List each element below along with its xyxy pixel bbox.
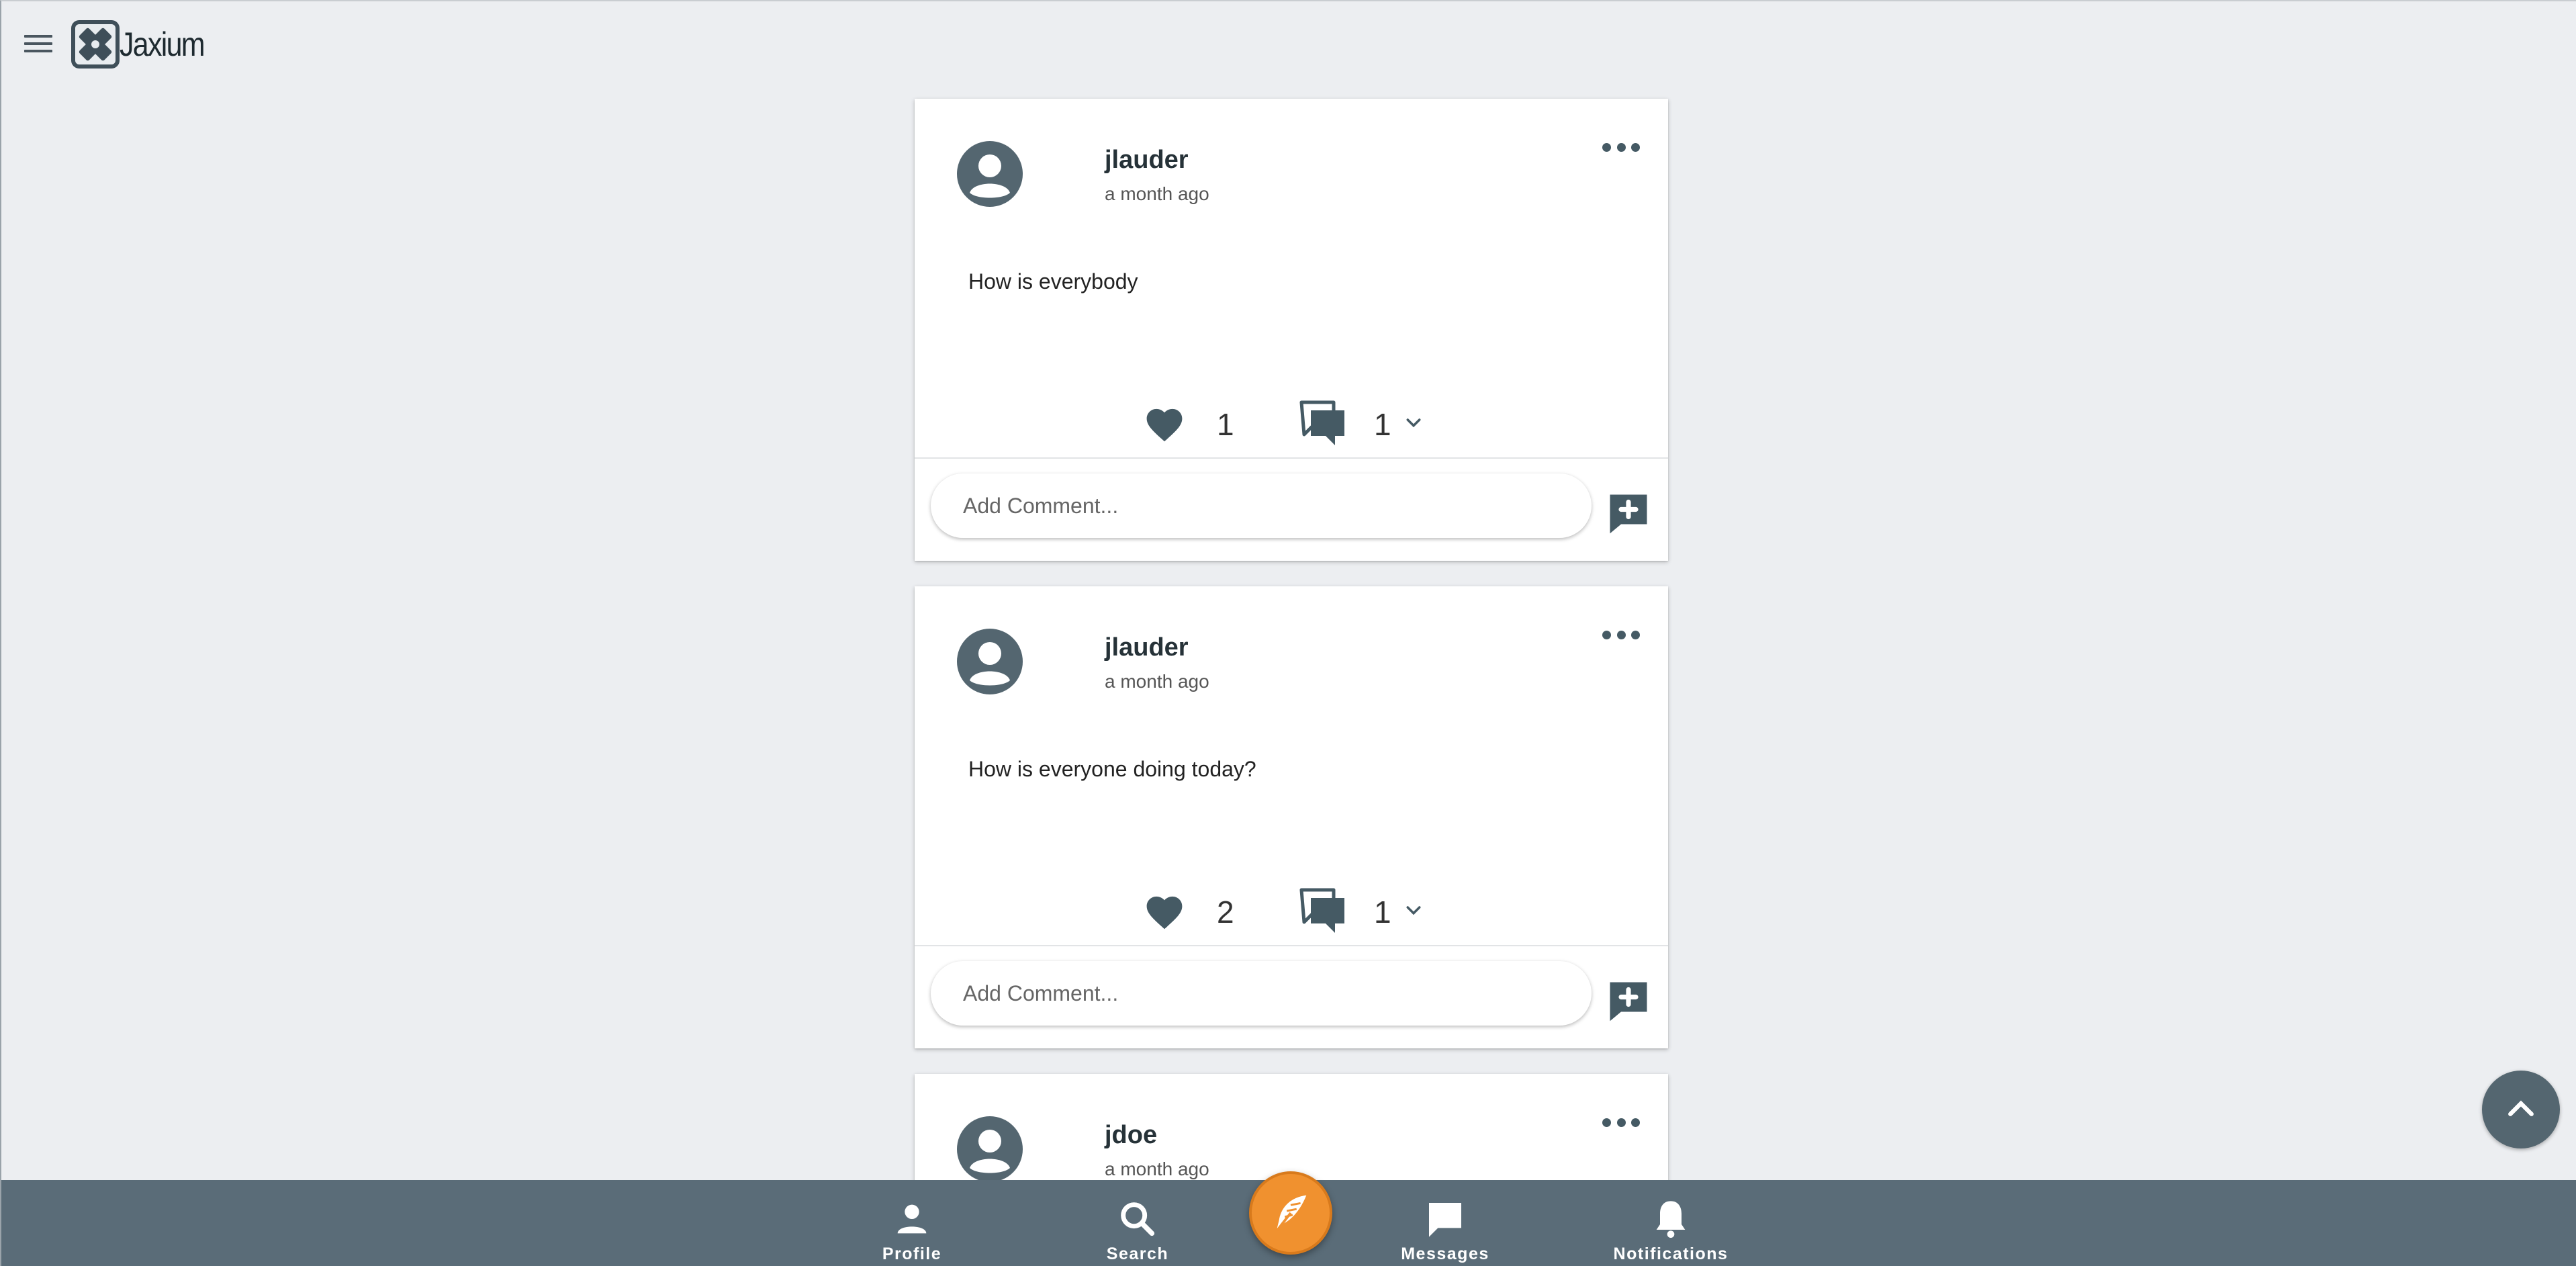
bell-icon: [1656, 1201, 1686, 1238]
post-stats: 2 1: [915, 882, 1668, 936]
jaxium-logo-icon: [71, 20, 120, 69]
message-icon: [1429, 1203, 1461, 1237]
post-feed: jlauder a month ago How is everybody 1 1: [915, 99, 1668, 1208]
person-icon: [897, 1204, 927, 1234]
chevron-up-icon: [2508, 1100, 2534, 1116]
nav-profile[interactable]: Profile: [878, 1180, 946, 1266]
post-timestamp: a month ago: [1105, 1159, 1209, 1179]
post-username[interactable]: jdoe: [1105, 1121, 1157, 1150]
avatar-icon[interactable]: [956, 140, 1023, 208]
nav-messages[interactable]: Messages: [1398, 1180, 1492, 1266]
chevron-down-icon[interactable]: [1404, 413, 1424, 433]
comment-input[interactable]: [931, 473, 1592, 538]
post-timestamp: a month ago: [1105, 671, 1209, 692]
app-name: Jaxium: [120, 26, 205, 63]
add-comment-icon[interactable]: [1606, 979, 1651, 1023]
avatar-icon[interactable]: [956, 628, 1023, 695]
post-body: How is everyone doing today?: [968, 757, 1256, 781]
scroll-top-button[interactable]: [2482, 1071, 2560, 1148]
compose-button[interactable]: [1249, 1171, 1332, 1255]
post-card: jlauder a month ago How is everybody 1 1: [915, 99, 1668, 561]
comment-icon[interactable]: [1299, 887, 1347, 934]
feather-quill-icon: [1276, 1195, 1307, 1232]
nav-messages-label: Messages: [1401, 1245, 1489, 1263]
post-stats: 1 1: [915, 394, 1668, 448]
more-options-icon[interactable]: [1602, 1113, 1640, 1132]
add-comment-icon[interactable]: [1606, 491, 1651, 535]
divider: [915, 945, 1668, 946]
nav-search[interactable]: Search: [1103, 1180, 1172, 1266]
comment-input[interactable]: [931, 961, 1592, 1026]
post-body: How is everybody: [968, 269, 1138, 293]
like-count: 2: [1217, 895, 1234, 930]
more-options-icon[interactable]: [1602, 138, 1640, 156]
nav-notifications-label: Notifications: [1613, 1245, 1729, 1263]
comment-count: 1: [1374, 407, 1391, 442]
search-icon: [1121, 1202, 1155, 1236]
post-username[interactable]: jlauder: [1105, 633, 1189, 662]
menu-icon[interactable]: [24, 32, 52, 55]
nav-profile-label: Profile: [882, 1245, 942, 1263]
chevron-down-icon[interactable]: [1404, 901, 1424, 921]
heart-icon[interactable]: [1143, 891, 1186, 930]
more-options-icon[interactable]: [1602, 625, 1640, 644]
nav-notifications[interactable]: Notifications: [1613, 1180, 1729, 1266]
heart-icon[interactable]: [1143, 404, 1186, 443]
divider: [915, 457, 1668, 459]
comment-icon[interactable]: [1299, 400, 1347, 447]
nav-search-label: Search: [1106, 1245, 1169, 1263]
post-timestamp: a month ago: [1105, 183, 1209, 204]
like-count: 1: [1217, 407, 1234, 442]
avatar-icon[interactable]: [956, 1116, 1023, 1183]
app-window: Jaxium jlauder a month ago How is everyb…: [0, 0, 2576, 1266]
logo[interactable]: Jaxium: [70, 19, 218, 70]
post-card: jlauder a month ago How is everyone doin…: [915, 586, 1668, 1048]
comment-count: 1: [1374, 895, 1391, 930]
post-username[interactable]: jlauder: [1105, 146, 1189, 175]
